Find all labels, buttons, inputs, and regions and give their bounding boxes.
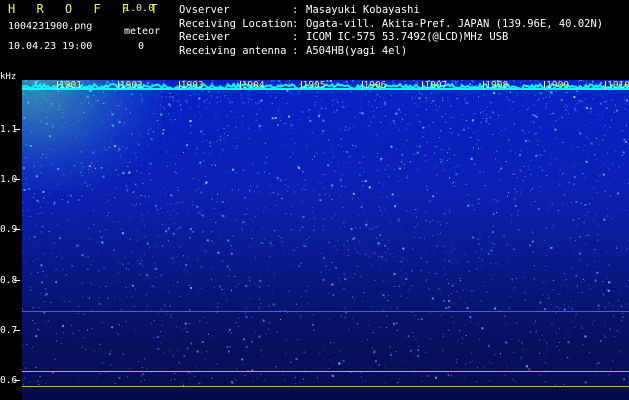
- info-key: Receiving antenna: [179, 44, 287, 57]
- x-tick-label: 1904: [239, 80, 265, 91]
- meteor-label: meteor: [124, 26, 161, 37]
- file-datetime: 10.04.23 19:00: [8, 41, 93, 52]
- spectrogram-noise: [22, 80, 629, 386]
- y-tick-mark: [14, 330, 20, 331]
- carrier-line: [22, 311, 629, 312]
- info-row-antenna: Receiving antenna : A504HB(yagi 4el): [179, 45, 603, 59]
- info-key: Receiving Location: [179, 17, 293, 30]
- x-tick-label: 1902: [117, 80, 143, 91]
- info-row-observer: Ovserver : Masayuki Kobayashi: [179, 4, 603, 18]
- meteor-count: 0: [138, 41, 145, 52]
- info-key: Ovserver: [179, 4, 230, 16]
- reference-line-lower: [22, 386, 629, 387]
- x-tick-label: 1908: [483, 80, 509, 91]
- x-tick-label: 1905: [300, 80, 326, 91]
- reference-line-upper: [22, 371, 629, 372]
- y-tick-mark: [14, 129, 20, 130]
- app-version: 1.0.0: [124, 3, 155, 14]
- info-sep: :: [292, 17, 299, 30]
- info-sep: :: [292, 44, 299, 57]
- y-tick-mark: [14, 179, 20, 180]
- x-tick-label: 1909: [544, 80, 570, 91]
- y-tick-mark: [14, 280, 20, 281]
- y-tick-mark: [14, 380, 20, 381]
- header-panel: H R O F F T 1.0.0 1004231900.png 10.04.2…: [0, 0, 629, 78]
- file-name: 1004231900.png: [8, 21, 93, 32]
- info-value: A504HB(yagi 4el): [306, 44, 408, 57]
- info-row-location: Receiving Location : Ogata-vill. Akita-P…: [179, 18, 603, 32]
- info-row-receiver: Receiver : ICOM IC-575 53.7492(@LCD)MHz …: [179, 31, 603, 45]
- info-value: ICOM IC-575 53.7492(@LCD)MHz USB: [306, 31, 509, 43]
- x-tick-label: 1910: [605, 80, 629, 91]
- x-tick-label: 1903: [178, 80, 204, 91]
- info-sep: :: [292, 31, 299, 43]
- info-value: Ogata-vill. Akita-Pref. JAPAN (139.96E, …: [306, 17, 604, 30]
- info-value: Masayuki Kobayashi: [306, 4, 420, 16]
- x-tick-label: 1907: [422, 80, 448, 91]
- x-tick-label: 1906: [361, 80, 387, 91]
- x-tick-label: 1901: [57, 80, 82, 91]
- noise-floor: [22, 81, 629, 90]
- station-info: Ovserver : Masayuki Kobayashi Receiving …: [179, 4, 603, 58]
- info-key: Receiver: [179, 31, 230, 43]
- spectrogram: [22, 80, 629, 400]
- y-axis-unit: kHz: [0, 72, 17, 82]
- info-sep: :: [292, 4, 299, 16]
- y-tick-mark: [14, 229, 20, 230]
